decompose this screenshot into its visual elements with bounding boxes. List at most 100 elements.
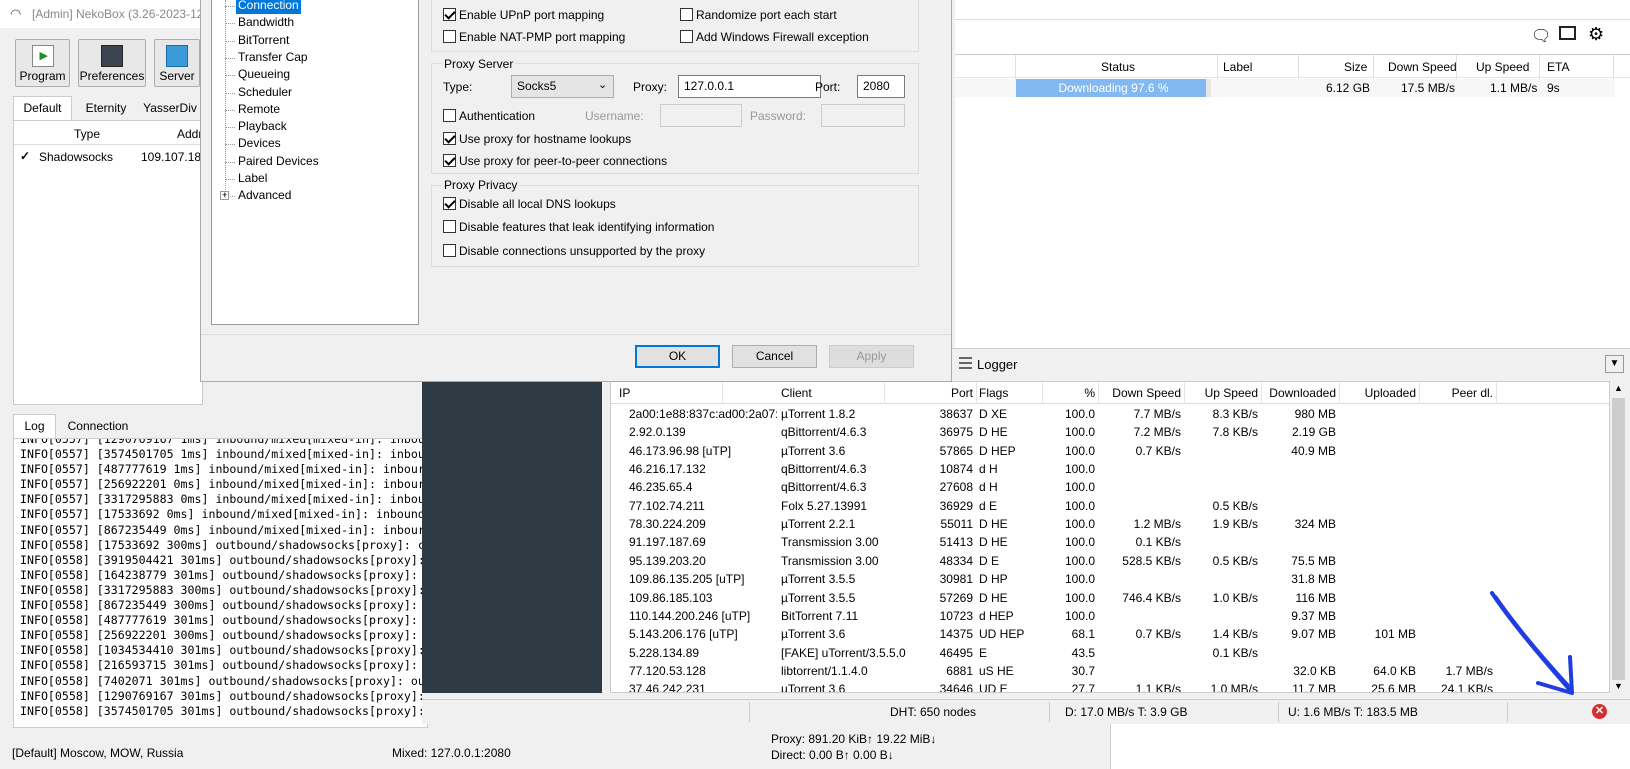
tree-item-devices[interactable]: Devices <box>236 136 283 152</box>
peer-row[interactable]: 46.235.65.4 qBittorrent/4.6.3 27608 d H 100.… <box>611 478 1609 496</box>
utorrent-top-area: 🗨 ⚙ Status Label Size Down Speed Up Spee… <box>955 0 1630 348</box>
username-input[interactable] <box>660 104 742 127</box>
peer-row[interactable]: 46.216.17.132 qBittorrent/4.6.3 10874 d H 10… <box>611 460 1609 478</box>
tree-item-paired-devices[interactable]: Paired Devices <box>236 154 321 170</box>
column-size[interactable]: Size <box>1344 60 1367 74</box>
proxy-type-select[interactable]: Socks5 ⌄ <box>511 75 614 98</box>
column-address[interactable]: Addr <box>177 127 202 141</box>
tab-log[interactable]: Log <box>13 414 56 438</box>
server-button[interactable]: Server <box>154 39 200 87</box>
table-row[interactable]: ✓ Shadowsocks 109.107.189 <box>14 146 208 168</box>
remote-icon[interactable] <box>1559 26 1576 40</box>
peer-cell: 8.3 KB/s <box>1212 407 1258 421</box>
gear-icon[interactable]: ⚙ <box>1588 24 1604 45</box>
tab-connection[interactable]: Connection <box>58 416 138 438</box>
logger-tab[interactable]: Logger <box>953 353 1023 375</box>
tab-default[interactable]: Default <box>13 96 72 120</box>
scroll-up-icon[interactable]: ▲ <box>1614 383 1623 393</box>
tree-item-bittorrent[interactable]: BitTorrent <box>236 33 291 49</box>
peer-row[interactable]: 91.197.187.69 Transmission 3.00 51413 D HE 1… <box>611 533 1609 551</box>
tree-connector <box>225 92 235 94</box>
collapse-pane-button[interactable]: ▼ <box>1605 355 1624 373</box>
program-button[interactable]: ▶ Program <box>15 39 70 87</box>
tree-item-bandwidth[interactable]: Bandwidth <box>236 15 296 31</box>
peer-column-port[interactable]: Port <box>911 386 973 400</box>
peer-row[interactable]: 78.30.224.209 µTorrent 2.2.1 55011 D HE 100.… <box>611 515 1609 533</box>
peer-row[interactable]: 2a00:1e88:837c:ad00:2a07:... µTorrent 1.8… <box>611 405 1609 423</box>
peer-row[interactable]: 109.86.135.205 [uTP] µTorrent 3.5.5 30981 D… <box>611 570 1609 588</box>
unsupported-connections-checkbox[interactable] <box>443 244 456 257</box>
password-input[interactable] <box>821 104 905 127</box>
logger-label: Logger <box>977 357 1018 372</box>
log-view[interactable]: INFO[0557] [1290769167 1ms] inbound/mixe… <box>13 438 428 728</box>
tree-item-playback[interactable]: Playback <box>236 119 289 135</box>
peer-cell: D HE <box>979 425 1008 440</box>
peer-row[interactable]: 5.143.206.176 [uTP] µTorrent 3.6 14375 UD H… <box>611 625 1609 643</box>
peer-column-ip[interactable]: IP <box>619 386 719 400</box>
hostname-lookups-checkbox[interactable] <box>443 132 456 145</box>
peer-column-flags[interactable]: Flags <box>979 386 1039 400</box>
scroll-down-icon[interactable]: ▼ <box>1614 681 1623 691</box>
peer-row[interactable]: 46.173.96.98 [uTP] µTorrent 3.6 57865 D HEP… <box>611 442 1609 460</box>
column-label[interactable]: Label <box>1223 60 1252 74</box>
column-eta[interactable]: ETA <box>1547 60 1569 74</box>
column-status[interactable]: Status <box>1101 60 1135 74</box>
preferences-button[interactable]: Preferences <box>78 39 146 87</box>
column-down-speed[interactable]: Down Speed <box>1388 60 1457 74</box>
authentication-checkbox[interactable] <box>443 109 456 122</box>
scroll-thumb[interactable] <box>1612 398 1625 680</box>
peer-cell: 1.2 MB/s <box>1133 517 1181 532</box>
chat-icon[interactable]: 🗨 <box>1531 26 1551 46</box>
peers-scrollbar[interactable]: ▲ ▼ <box>1610 381 1627 693</box>
peer-column-downloaded[interactable]: Downloaded <box>1256 386 1336 400</box>
peer-cell: [FAKE] uTorrent/3.5.5.0 <box>781 645 906 660</box>
proxy-port-input[interactable]: 2080 <box>857 75 905 98</box>
details-side-panel <box>422 381 602 693</box>
peer-row[interactable]: 109.86.185.103 µTorrent 3.5.5 57269 D HE 100… <box>611 589 1609 607</box>
column-up-speed[interactable]: Up Speed <box>1476 60 1529 74</box>
peer-row[interactable]: 77.120.53.128 libtorrent/1.1.4.0 6881 uS HE… <box>611 662 1609 680</box>
server-icon <box>166 45 188 67</box>
tree-item-connection[interactable]: Connection <box>236 0 301 14</box>
apply-button[interactable]: Apply <box>829 345 914 368</box>
p2p-proxy-checkbox[interactable] <box>443 154 456 167</box>
leak-features-checkbox[interactable] <box>443 220 456 233</box>
tab-yasserdiv[interactable]: YasserDiv <box>140 98 200 120</box>
peer-column-up-speed[interactable]: Up Speed <box>1181 386 1258 400</box>
peer-cell: E <box>979 645 988 660</box>
log-line: INFO[0558] [487777619 301ms] outbound/sh… <box>20 613 425 628</box>
column-separator <box>1042 382 1043 404</box>
peer-column-uploaded[interactable]: Uploaded <box>1336 386 1416 400</box>
peer-column-client[interactable]: Client <box>781 386 881 400</box>
peer-column-[interactable]: % <box>1051 386 1095 400</box>
cancel-button[interactable]: Cancel <box>732 345 817 368</box>
peer-cell: µTorrent 3.5.5 <box>781 590 856 605</box>
column-separator <box>976 382 977 404</box>
torrent-row[interactable]: Downloading 97.6 % 6.12 GB 17.5 MB/s 1.1… <box>955 79 1615 97</box>
proxy-server-heading: Proxy Server <box>442 57 516 71</box>
peer-row[interactable]: 95.139.203.20 Transmission 3.00 48334 D E 10… <box>611 552 1609 570</box>
tree-item-label[interactable]: Label <box>236 171 269 187</box>
dns-lookups-checkbox[interactable] <box>443 197 456 210</box>
tree-item-remote[interactable]: Remote <box>236 102 282 118</box>
peer-row[interactable]: 5.228.134.89 [FAKE] uTorrent/3.5.5.0 46495… <box>611 644 1609 662</box>
tab-eternity[interactable]: Eternity <box>74 98 138 120</box>
peer-row[interactable]: 2.92.0.139 qBittorrent/4.6.3 36975 D HE 100.… <box>611 423 1609 441</box>
peer-row[interactable]: 77.102.74.211 Folx 5.27.13991 36929 d E 100.… <box>611 497 1609 515</box>
peer-column-peer-dl[interactable]: Peer dl. <box>1411 386 1493 400</box>
tree-item-scheduler[interactable]: Scheduler <box>236 85 294 101</box>
peer-cell: 31.8 MB <box>1291 572 1336 587</box>
utorrent-topbar-line <box>955 19 1630 20</box>
ok-button[interactable]: OK <box>635 345 720 368</box>
peer-row[interactable]: 110.144.200.246 [uTP] BitTorrent 7.11 1072… <box>611 607 1609 625</box>
column-type[interactable]: Type <box>74 127 100 141</box>
tree-item-advanced[interactable]: Advanced <box>236 188 293 204</box>
peer-cell: D E <box>979 553 1000 568</box>
tree-item-transfer-cap[interactable]: Transfer Cap <box>236 50 310 66</box>
peer-column-down-speed[interactable]: Down Speed <box>1091 386 1181 400</box>
error-icon[interactable]: ✕ <box>1592 704 1607 719</box>
tree-item-queueing[interactable]: Queueing <box>236 67 292 83</box>
tree-item-label: Remote <box>238 101 281 116</box>
proxy-address-input[interactable]: 127.0.0.1 <box>678 75 821 98</box>
peer-row[interactable]: 37.46.242.231 µTorrent 3.6 34646 UD E 27.7 1.… <box>611 680 1609 692</box>
